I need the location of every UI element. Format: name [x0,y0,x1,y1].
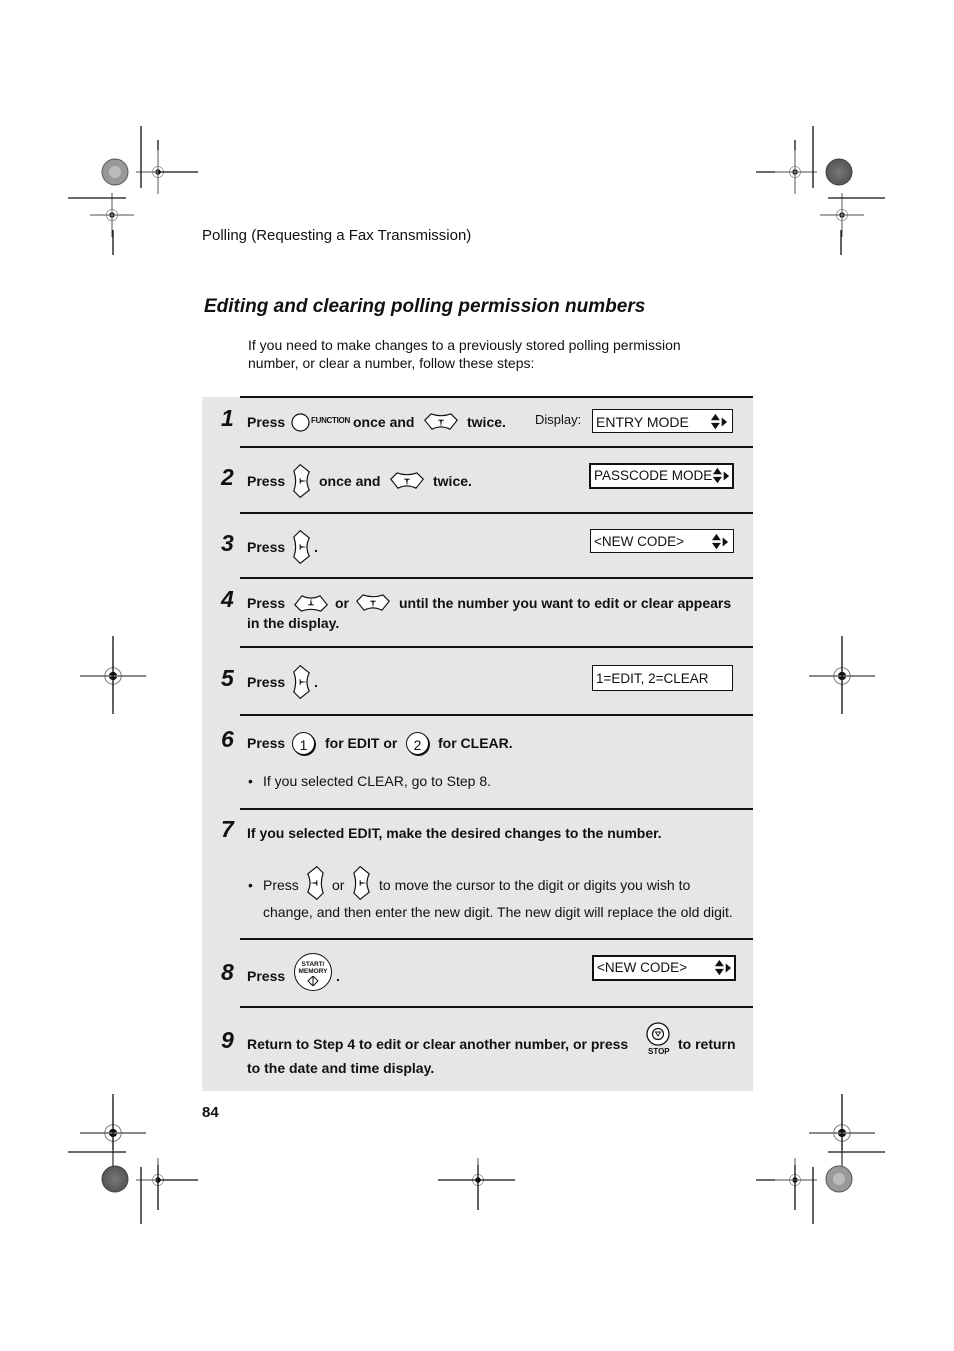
step-text: Press [247,674,286,690]
scroll-arrows-icon [710,411,728,433]
step-number: 8 [221,959,234,985]
right-arrow-key-icon [292,528,312,566]
intro-paragraph: If you need to make changes to a previou… [248,336,718,372]
scroll-arrows-icon [711,531,729,553]
step-text: . [314,674,318,690]
step-text: Press [247,595,286,611]
step-text: to return [678,1036,736,1052]
step-number: 4 [221,586,234,612]
down-arrow-key-icon [389,471,425,491]
step-text: once and [319,473,381,489]
step-text: If you selected EDIT, make the desired c… [247,825,662,841]
right-arrow-key-icon [292,462,312,500]
step-number: 1 [221,405,234,431]
divider [240,938,753,940]
step-text: in the display. [247,615,340,631]
divider [240,808,753,810]
running-header: Polling (Requesting a Fax Transmission) [202,227,472,244]
lcd-display: PASSCODE MODE [589,463,734,489]
step-text: for CLEAR. [438,735,513,751]
right-arrow-key-icon [292,663,312,701]
step-number: 9 [221,1027,234,1053]
lcd-text: <NEW CODE> [594,534,685,549]
stop-key-icon [646,1022,670,1046]
divider [240,646,753,648]
step-number: 3 [221,530,234,556]
right-arrow-key-icon [352,864,372,902]
step-number: 7 [221,816,234,842]
key-1-button: 1 [292,732,315,755]
key-2-button: 2 [406,732,429,755]
step-text: or [335,595,349,611]
step-text: to the date and time display. [247,1060,435,1076]
down-arrow-key-icon [355,593,391,613]
lcd-text: ENTRY MODE [596,414,689,430]
bullet-icon: • [248,773,253,789]
step-number: 6 [221,726,234,752]
lcd-display: <NEW CODE> [590,529,734,553]
step-text: Press [247,968,286,984]
step-text: Return to Step 4 to edit or clear anothe… [247,1036,629,1052]
display-label: Display: [535,412,582,427]
scroll-arrows-icon [714,957,732,979]
step-text: twice. [467,414,506,430]
step-number: 2 [221,464,234,490]
step-text: until the number you want to edit or cle… [399,595,732,611]
intro-line-1: If you need to make changes to a previou… [248,337,681,353]
up-arrow-key-icon [293,593,329,613]
function-key-icon [291,413,310,432]
step-text: Press [247,414,286,430]
start-label: START/ [301,961,325,968]
bullet-text: Press [263,877,299,893]
divider [240,446,753,448]
lcd-display: ENTRY MODE [592,409,733,433]
lcd-text: <NEW CODE> [597,960,688,975]
down-arrow-key-icon [423,412,459,432]
step-number: 5 [221,665,234,691]
step-text: . [314,539,318,555]
divider [240,396,753,398]
divider [240,577,753,579]
bullet-text: to move the cursor to the digit or digit… [379,877,691,893]
bullet-text: or [332,877,345,893]
function-key-label: FUNCTION [311,416,350,425]
lcd-display: <NEW CODE> [592,955,736,981]
step-text: Press [247,735,286,751]
intro-line-2: number, or clear a number, follow these … [248,355,535,371]
memory-label: MEMORY [298,968,328,975]
step-text: twice. [433,473,472,489]
step-text: once and [353,414,415,430]
section-title: Editing and clearing polling permission … [204,296,646,317]
stop-label: STOP [648,1047,670,1056]
step-text: Press [247,473,286,489]
divider [240,1006,753,1008]
bullet-icon: • [248,877,253,893]
lcd-text: 1=EDIT, 2=CLEAR [596,671,709,686]
divider [240,714,753,716]
step-text: for EDIT or [325,735,398,751]
lcd-text: PASSCODE MODE [594,468,713,483]
start-diamond-icon [307,976,319,986]
scroll-arrows-icon [712,465,730,487]
lcd-display: 1=EDIT, 2=CLEAR [592,665,733,691]
divider [240,512,753,514]
step-text: Press [247,539,286,555]
start-memory-key-icon: START/ MEMORY [294,953,332,991]
page-number: 84 [202,1104,219,1121]
step-text: . [336,968,340,984]
bullet-text: If you selected CLEAR, go to Step 8. [263,773,492,789]
bullet-text: change, and then enter the new digit. Th… [263,904,733,920]
left-arrow-key-icon [305,864,325,902]
